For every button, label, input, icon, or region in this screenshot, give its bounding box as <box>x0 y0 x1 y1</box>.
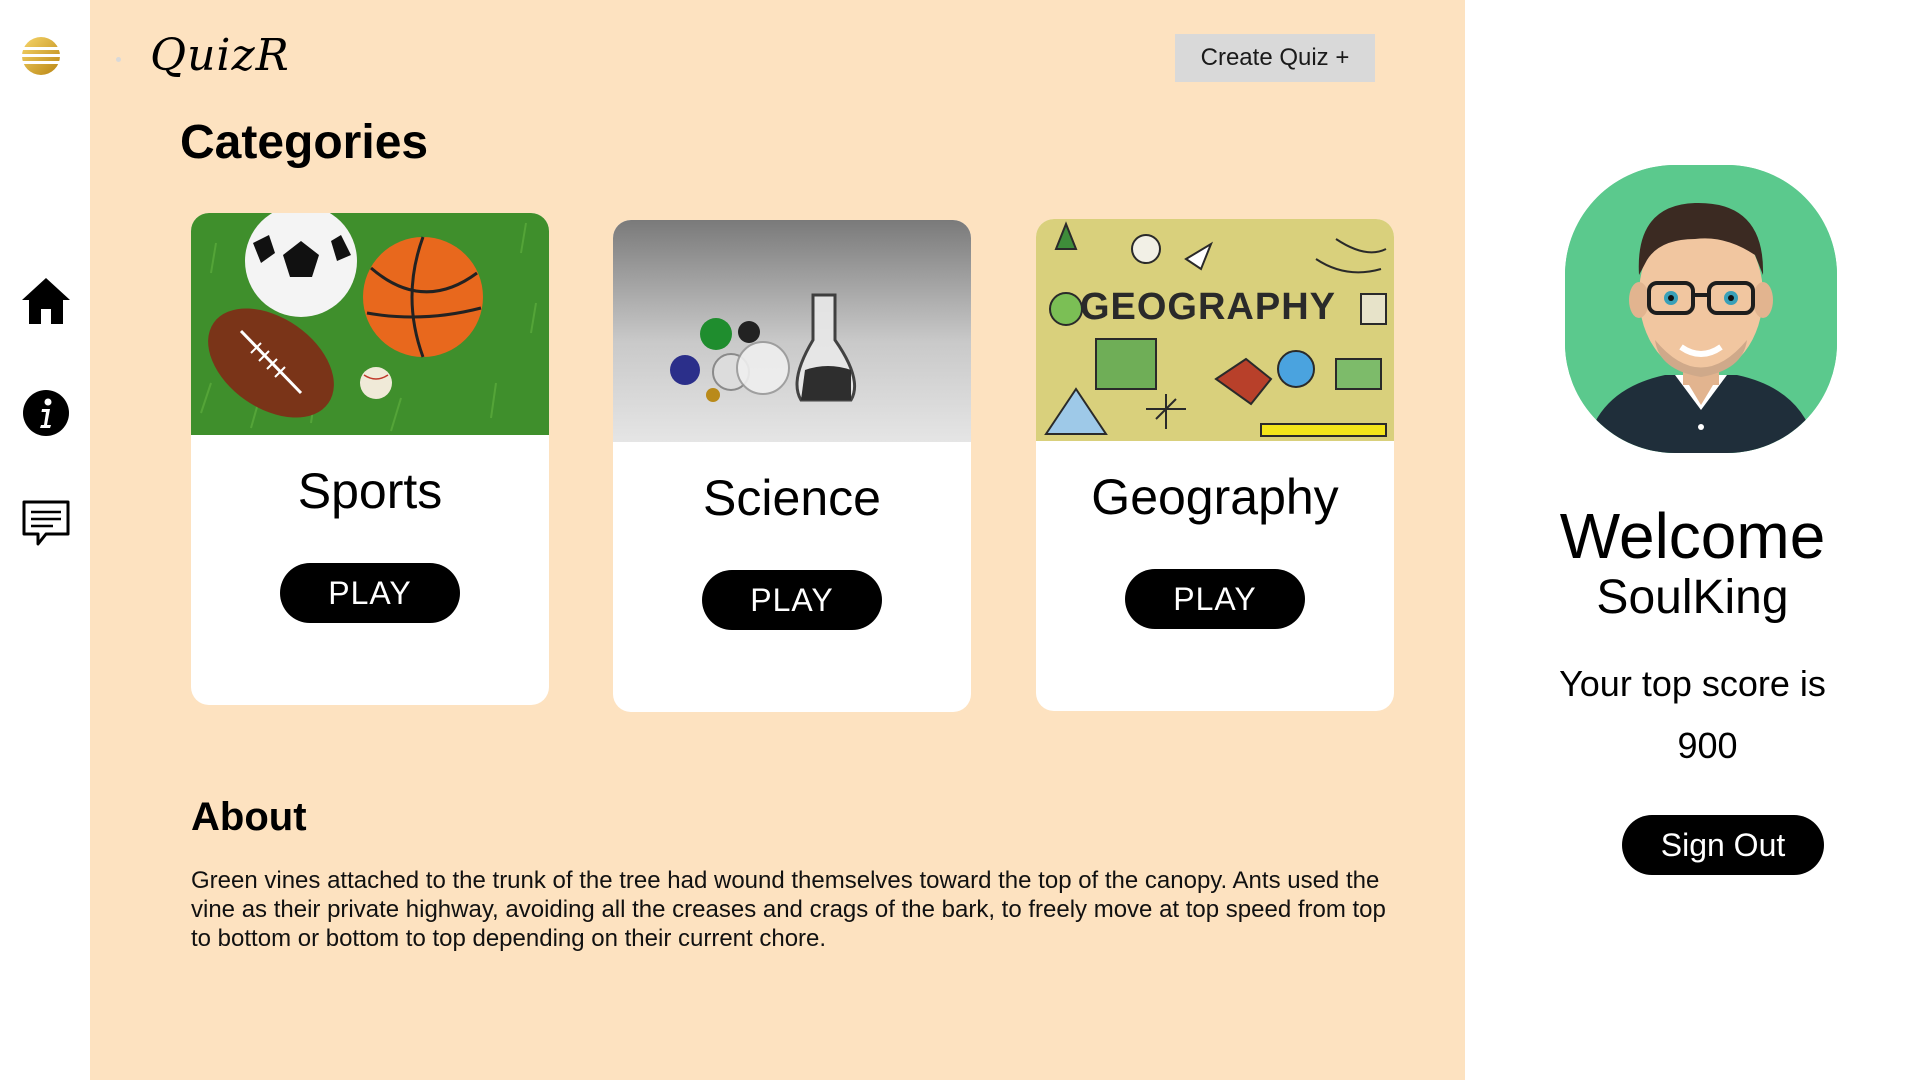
category-card-geography: GEOGRAPHY Geography PLAY <box>1036 219 1394 711</box>
brand-title: QuizR <box>150 30 290 81</box>
logo-icon <box>20 35 62 77</box>
create-quiz-button[interactable]: Create Quiz + <box>1175 34 1375 82</box>
username: SoulKing <box>1596 571 1789 624</box>
sports-image <box>191 213 549 435</box>
categories-heading: Categories <box>180 116 429 169</box>
top-score-label: Your top score is <box>1559 663 1826 704</box>
info-icon[interactable] <box>18 385 74 441</box>
play-button-geography[interactable]: PLAY <box>1125 569 1305 629</box>
welcome-text: Welcome <box>1559 500 1826 572</box>
science-image <box>613 220 971 442</box>
category-card-science: Science PLAY <box>613 220 971 712</box>
main-content: QuizR Create Quiz + Categories Sports PL… <box>90 0 1465 1080</box>
about-heading: About <box>191 795 307 839</box>
home-icon[interactable] <box>18 273 74 329</box>
avatar <box>1565 165 1837 453</box>
about-text: Green vines attached to the trunk of the… <box>191 867 1386 952</box>
play-button-science[interactable]: PLAY <box>702 570 882 630</box>
chat-icon[interactable] <box>18 496 74 552</box>
category-name-science: Science <box>703 470 881 526</box>
top-score-value: 900 <box>1677 725 1738 766</box>
category-name-geography: Geography <box>1091 469 1339 525</box>
play-button-sports[interactable]: PLAY <box>280 563 460 623</box>
category-card-sports: Sports PLAY <box>191 213 549 705</box>
category-name-sports: Sports <box>297 463 443 519</box>
sign-out-button[interactable]: Sign Out <box>1622 815 1824 875</box>
brand-dot <box>116 57 121 62</box>
side-rail <box>0 0 90 1080</box>
geography-image-title: GEOGRAPHY <box>1080 286 1336 328</box>
profile-panel: Welcome SoulKing Your top score is 900 S… <box>1465 0 1920 1080</box>
geography-image: GEOGRAPHY <box>1036 219 1394 441</box>
